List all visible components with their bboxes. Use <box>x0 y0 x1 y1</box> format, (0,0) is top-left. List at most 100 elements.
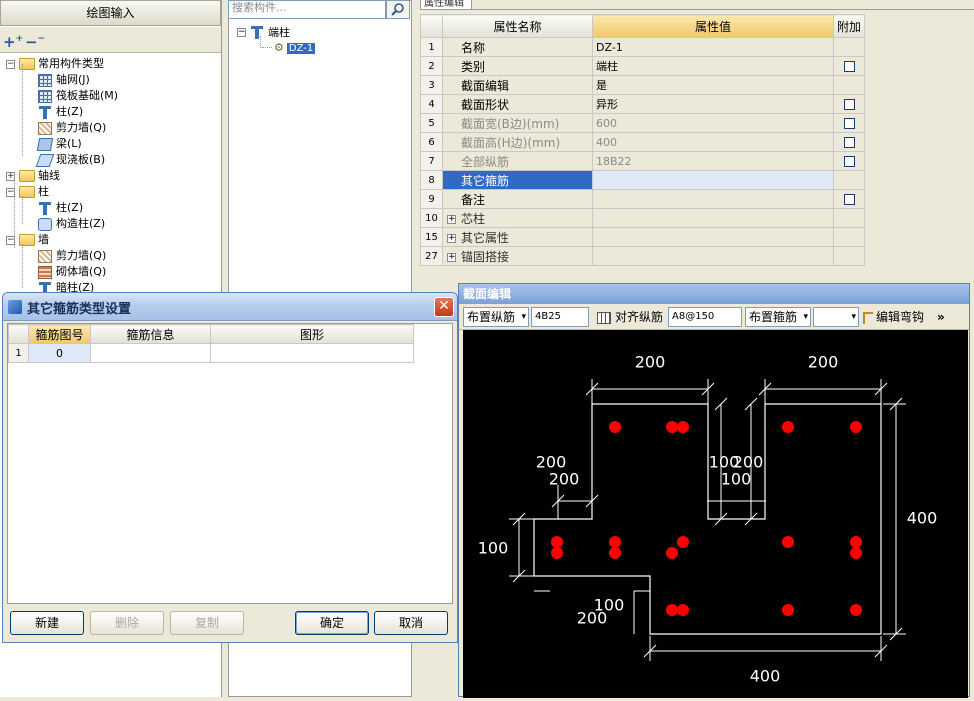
property-row[interactable]: 5 截面宽(B边)(mm) 600 <box>420 113 865 133</box>
property-row[interactable]: 15 + 其它属性 <box>420 227 865 247</box>
property-value[interactable] <box>592 170 834 190</box>
rebar-dot <box>677 536 689 548</box>
tree-item[interactable]: 剪力墙(Q) <box>38 248 106 264</box>
slab-icon <box>35 153 55 167</box>
additional-cell[interactable] <box>833 56 865 76</box>
additional-cell[interactable] <box>833 189 865 209</box>
copy-button[interactable]: 复制 <box>170 611 244 635</box>
plus-plus-icon[interactable]: ++ <box>3 32 23 50</box>
delete-button[interactable]: 删除 <box>90 611 164 635</box>
property-row[interactable]: 9 备注 <box>420 189 865 209</box>
tree-item[interactable]: − 墙 <box>6 232 49 248</box>
additional-checkbox[interactable] <box>843 61 855 72</box>
expand-icon[interactable]: + <box>447 252 456 262</box>
stirrup-spec-input[interactable]: A8@150 <box>668 307 742 327</box>
property-value[interactable]: 端柱 <box>592 56 834 76</box>
collapse-icon[interactable]: − <box>6 59 15 69</box>
property-name-cell: 名称 <box>442 37 593 57</box>
ok-button[interactable]: 确定 <box>295 611 369 635</box>
row-number: 1 <box>420 37 443 57</box>
property-value[interactable] <box>592 246 834 266</box>
additional-cell[interactable] <box>833 94 865 114</box>
tree-item[interactable]: − 常用构件类型 <box>6 56 104 72</box>
tree-item-label: 剪力墙(Q) <box>56 249 107 262</box>
property-row[interactable]: 10 + 芯柱 <box>420 208 865 228</box>
property-value[interactable]: 400 <box>592 132 834 152</box>
tree-item[interactable]: 柱(Z) <box>38 200 83 216</box>
dimension-label: 200 <box>577 609 608 628</box>
header-stirrup-info: 箍筋信息 <box>90 324 211 344</box>
tree-item[interactable]: 轴网(J) <box>38 72 90 88</box>
property-row[interactable]: 27 + 锚固搭接 <box>420 246 865 266</box>
blank-dropdown[interactable]: ▾ <box>813 307 859 327</box>
drawing-input-title[interactable]: 绘图输入 <box>0 0 221 26</box>
property-table: 属性名称 属性值 附加 1 名称 DZ-1 2 类别 端柱 3 截面编辑 是 4 截面形状 异形 5 截面… <box>420 14 865 266</box>
property-row[interactable]: 4 截面形状 异形 <box>420 94 865 114</box>
tree-item-label: 常用构件类型 <box>38 57 104 70</box>
property-name-cell: + 锚固搭接 <box>442 246 593 266</box>
additional-cell[interactable] <box>833 132 865 152</box>
place-longitudinal-dropdown[interactable]: 布置纵筋 ▾ <box>463 307 529 327</box>
align-longitudinal-label: 对齐纵筋 <box>615 310 664 324</box>
property-row[interactable]: 3 截面编辑 是 <box>420 75 865 95</box>
property-value[interactable] <box>592 189 834 209</box>
rebar-dot <box>666 547 678 559</box>
edit-hook-button[interactable]: 编辑弯钩 <box>863 307 924 327</box>
tree-item[interactable]: 构造柱(Z) <box>38 216 105 232</box>
minus-minus-icon[interactable]: −− <box>25 32 45 50</box>
tree-item-dz1[interactable]: ⚙ DZ-1 <box>262 40 316 54</box>
longitudinal-rebar-input[interactable]: 4B25 <box>531 307 589 327</box>
property-name: 类别 <box>461 59 486 74</box>
search-input[interactable]: 搜索构件... <box>228 0 386 19</box>
additional-checkbox[interactable] <box>843 156 855 167</box>
property-value[interactable] <box>592 208 834 228</box>
column-icon <box>38 202 52 215</box>
additional-checkbox[interactable] <box>843 137 855 148</box>
stirrup-row[interactable]: 10 <box>8 343 414 363</box>
stirrup-info[interactable] <box>90 343 211 363</box>
property-value[interactable]: 600 <box>592 113 834 133</box>
section-drawing[interactable]: 200 200200 100200200 100100400100200400 <box>463 330 968 698</box>
toolbar-overflow-button[interactable]: » <box>937 307 945 327</box>
tree-item[interactable]: 砌体墙(Q) <box>38 264 106 280</box>
expand-icon[interactable]: + <box>447 214 456 224</box>
close-icon: ✕ <box>438 298 450 314</box>
place-stirrup-dropdown[interactable]: 布置箍筋 ▾ <box>745 307 811 327</box>
stirrup-code[interactable]: 0 <box>28 343 91 363</box>
property-value[interactable]: 是 <box>592 75 834 95</box>
close-button[interactable]: ✕ <box>434 297 454 317</box>
tree-item-label: 柱(Z) <box>56 105 84 118</box>
property-row[interactable]: 8 其它箍筋 <box>420 170 865 190</box>
new-button[interactable]: 新建 <box>10 611 84 635</box>
tree-item[interactable]: 梁(L) <box>36 136 82 152</box>
stirrup-shape[interactable] <box>210 343 414 363</box>
section-editor-title[interactable]: 截面编辑 <box>459 284 969 304</box>
additional-cell[interactable] <box>833 151 865 171</box>
search-button[interactable] <box>386 0 410 19</box>
property-row[interactable]: 6 截面高(H边)(mm) 400 <box>420 132 865 152</box>
property-value[interactable]: 异形 <box>592 94 834 114</box>
tab-property-edit[interactable]: 属性编辑 <box>420 0 472 10</box>
cancel-button[interactable]: 取消 <box>374 611 448 635</box>
property-row[interactable]: 2 类别 端柱 <box>420 56 865 76</box>
tree-item[interactable]: 现浇板(B) <box>35 152 105 168</box>
additional-checkbox[interactable] <box>843 118 855 129</box>
tree-item[interactable]: − 柱 <box>6 184 49 200</box>
property-name: 截面宽(B边)(mm) <box>461 116 560 131</box>
property-value[interactable]: 18B22 <box>592 151 834 171</box>
additional-cell[interactable] <box>833 113 865 133</box>
property-name-cell: 截面宽(B边)(mm) <box>442 113 593 133</box>
additional-checkbox[interactable] <box>843 99 855 110</box>
expand-icon[interactable]: + <box>447 233 456 243</box>
property-value[interactable]: DZ-1 <box>592 37 834 57</box>
tree-item[interactable]: 柱(Z) <box>38 104 83 120</box>
tree-item[interactable]: 筏板基础(M) <box>38 88 118 104</box>
property-row[interactable]: 7 全部纵筋 18B22 <box>420 151 865 171</box>
tree-item[interactable]: 剪力墙(Q) <box>38 120 106 136</box>
property-row[interactable]: 1 名称 DZ-1 <box>420 37 865 57</box>
additional-checkbox[interactable] <box>843 194 855 205</box>
dialog-title-bar[interactable]: 其它箍筋类型设置 ✕ <box>3 293 457 321</box>
align-longitudinal-button[interactable]: 对齐纵筋 <box>597 307 663 327</box>
property-value[interactable] <box>592 227 834 247</box>
section-drawing-canvas[interactable]: 200 200 200 100 200 200 100 100 400 100 200 400 <box>463 330 968 698</box>
